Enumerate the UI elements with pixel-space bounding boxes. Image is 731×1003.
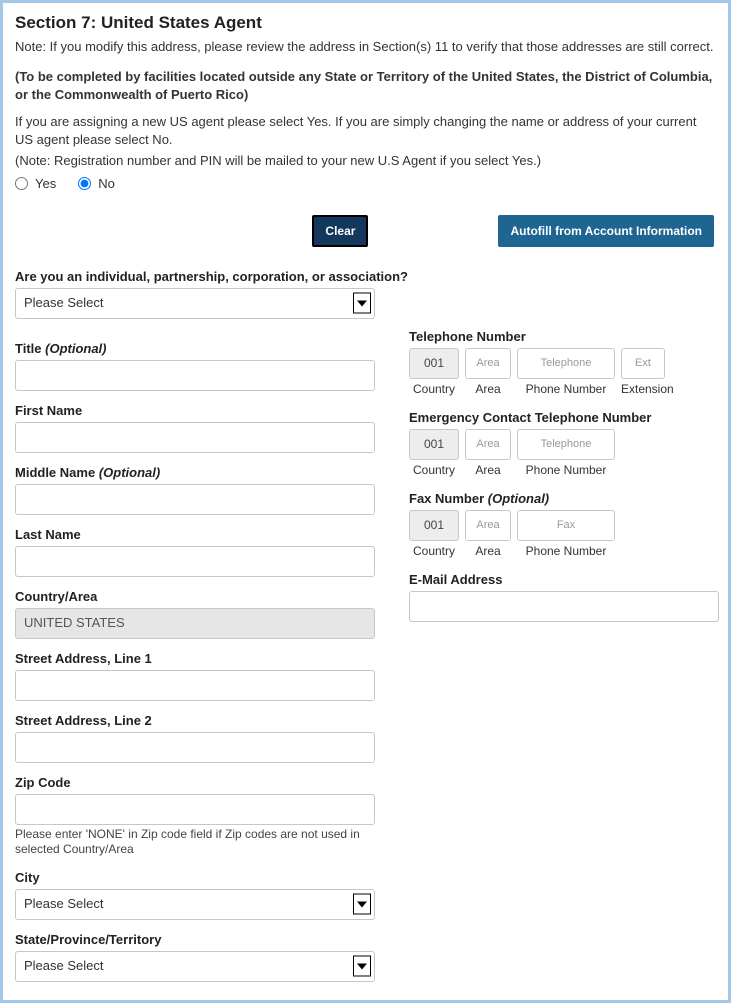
street1-label: Street Address, Line 1 — [15, 651, 375, 666]
state-label: State/Province/Territory — [15, 932, 375, 947]
title-label-text: Title — [15, 341, 42, 356]
telephone-sublabels: Country Area Phone Number Extension — [409, 382, 719, 396]
modify-note: Note: If you modify this address, please… — [15, 39, 716, 54]
telephone-ext[interactable]: Ext — [621, 348, 665, 379]
entity-type-value: Please Select — [15, 288, 375, 319]
zip-input[interactable] — [15, 794, 375, 825]
radio-no-label[interactable]: No — [78, 176, 115, 191]
fax-optional: (Optional) — [488, 491, 549, 506]
radio-no-text: No — [98, 176, 115, 191]
radio-yes[interactable] — [15, 177, 28, 190]
emergency-sublabels: Country Area Phone Number — [409, 463, 719, 477]
assign-instruction: If you are assigning a new US agent plea… — [15, 113, 716, 148]
entity-type-select[interactable]: Please Select — [15, 288, 375, 319]
emergency-sub-phone: Phone Number — [517, 463, 615, 477]
fax-label-text: Fax Number — [409, 491, 484, 506]
last-name-input[interactable] — [15, 546, 375, 577]
middle-name-label: Middle Name (Optional) — [15, 465, 375, 480]
fax-area[interactable]: Area — [465, 510, 511, 541]
state-value: Please Select — [15, 951, 375, 982]
emergency-area[interactable]: Area — [465, 429, 511, 460]
last-name-label: Last Name — [15, 527, 375, 542]
fax-sublabels: Country Area Phone Number — [409, 544, 719, 558]
assign-radio-group: Yes No — [15, 176, 716, 191]
telephone-number[interactable]: Telephone — [517, 348, 615, 379]
telephone-sub-phone: Phone Number — [517, 382, 615, 396]
entity-type-label: Are you an individual, partnership, corp… — [15, 269, 716, 284]
radio-no[interactable] — [78, 177, 91, 190]
fax-sub-phone: Phone Number — [517, 544, 615, 558]
telephone-sub-area: Area — [465, 382, 511, 396]
city-label: City — [15, 870, 375, 885]
street2-label: Street Address, Line 2 — [15, 713, 375, 728]
telephone-area[interactable]: Area — [465, 348, 511, 379]
title-optional: (Optional) — [45, 341, 106, 356]
country-area-value: UNITED STATES — [15, 608, 375, 639]
emergency-number[interactable]: Telephone — [517, 429, 615, 460]
first-name-label: First Name — [15, 403, 375, 418]
street2-input[interactable] — [15, 732, 375, 763]
emergency-label: Emergency Contact Telephone Number — [409, 410, 719, 425]
middle-name-input[interactable] — [15, 484, 375, 515]
zip-help: Please enter 'NONE' in Zip code field if… — [15, 827, 375, 858]
emergency-sub-area: Area — [465, 463, 511, 477]
telephone-country[interactable]: 001 — [409, 348, 459, 379]
country-area-label: Country/Area — [15, 589, 375, 604]
fax-sub-area: Area — [465, 544, 511, 558]
city-value: Please Select — [15, 889, 375, 920]
completion-scope: (To be completed by facilities located o… — [15, 68, 716, 103]
street1-input[interactable] — [15, 670, 375, 701]
fax-country[interactable]: 001 — [409, 510, 459, 541]
city-select[interactable]: Please Select — [15, 889, 375, 920]
email-input[interactable] — [409, 591, 719, 622]
telephone-sub-country: Country — [409, 382, 459, 396]
zip-label: Zip Code — [15, 775, 375, 790]
title-label: Title (Optional) — [15, 341, 375, 356]
section-heading: Section 7: United States Agent — [15, 13, 716, 33]
state-select[interactable]: Please Select — [15, 951, 375, 982]
fax-sub-country: Country — [409, 544, 459, 558]
telephone-label: Telephone Number — [409, 329, 719, 344]
fax-number[interactable]: Fax — [517, 510, 615, 541]
title-input[interactable] — [15, 360, 375, 391]
radio-yes-text: Yes — [35, 176, 56, 191]
assign-note: (Note: Registration number and PIN will … — [15, 152, 716, 170]
email-label: E-Mail Address — [409, 572, 719, 587]
middle-name-optional: (Optional) — [99, 465, 160, 480]
first-name-input[interactable] — [15, 422, 375, 453]
autofill-button[interactable]: Autofill from Account Information — [498, 215, 714, 247]
middle-name-label-text: Middle Name — [15, 465, 95, 480]
emergency-country[interactable]: 001 — [409, 429, 459, 460]
fax-label: Fax Number (Optional) — [409, 491, 719, 506]
telephone-sub-ext: Extension — [621, 382, 665, 396]
radio-yes-label[interactable]: Yes — [15, 176, 56, 191]
clear-button[interactable]: Clear — [312, 215, 368, 247]
emergency-sub-country: Country — [409, 463, 459, 477]
